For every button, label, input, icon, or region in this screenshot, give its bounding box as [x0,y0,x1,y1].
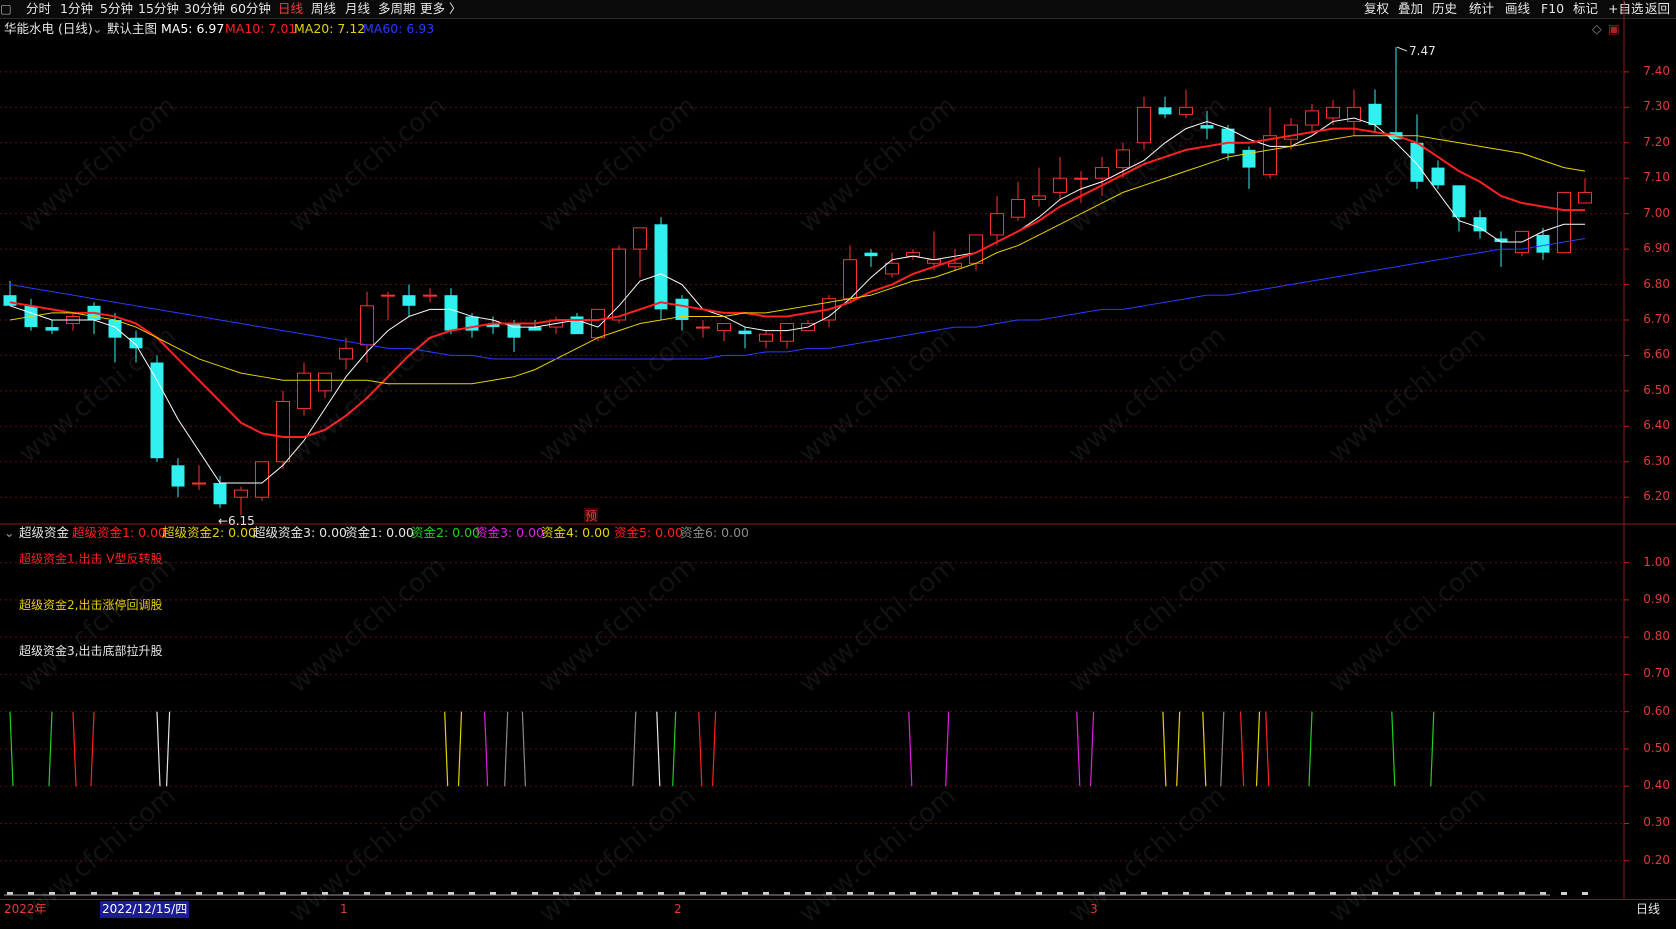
candle-up [276,401,290,463]
price-tick-label: 6.50 [1643,382,1670,397]
candle-up [885,262,899,275]
candle-up [780,323,794,342]
candle-up [948,262,962,268]
candle-down [738,330,752,335]
candle-up [1578,191,1592,204]
candle-up [633,227,647,250]
candle-down [1473,217,1487,232]
candle-up [1011,198,1025,218]
price-tick-label: 6.90 [1643,241,1670,256]
period-label[interactable]: 日线 [1636,901,1660,918]
indicator-tick-label: 0.30 [1643,815,1670,830]
candle-down [1452,185,1466,218]
time-label-2: 1 [340,902,348,916]
candle-up [717,323,731,332]
time-label-1: 2022/12/15/四 [100,901,190,918]
candle-down [1158,107,1172,115]
price-tick-label: 6.60 [1643,347,1670,362]
low-price-label: ←6.15 [218,514,255,528]
forecast-marker[interactable]: 预 [585,509,597,523]
candle-up [612,248,626,321]
bar-tick [1561,892,1567,895]
candle-down [444,295,458,331]
candle-down [1221,128,1235,154]
price-tick-label: 6.20 [1643,489,1670,504]
price-tick-label: 6.70 [1643,311,1670,326]
candle-down [3,295,17,306]
candle-up [1137,106,1151,144]
candle-up [423,294,437,297]
candle-up [318,372,332,392]
candle-up [927,259,941,264]
indicator-tick-label: 0.90 [1643,591,1670,606]
candle-down [654,224,668,310]
price-tick-label: 6.30 [1643,453,1670,468]
indicator-tick-label: 0.40 [1643,778,1670,793]
signal-line [156,711,161,787]
signal-line [656,711,661,787]
ma-line-ma60 [9,237,1586,360]
candle-up [759,333,773,342]
candle-up [969,234,983,264]
indicator-tick-label: 0.80 [1643,629,1670,644]
candle-down [864,252,878,257]
indicator-tick-label: 0.60 [1643,703,1670,718]
time-label-3: 2 [674,902,682,916]
candle-up [1074,177,1088,180]
candle-down [108,319,122,338]
price-tick-label: 6.80 [1643,276,1670,291]
signal-line [1391,711,1396,787]
signal-line [1076,711,1081,787]
signal-line [166,711,171,787]
signal-line [521,711,526,787]
candle-up [1305,110,1319,126]
candle-up [297,372,311,410]
price-tick-label: 7.30 [1643,99,1670,114]
candle-down [171,465,185,487]
candle-up [990,213,1004,236]
indicator-grid [0,562,1629,862]
candle-up [1053,177,1067,193]
signal-line [1176,711,1181,787]
high-price-label: 7.47 [1409,44,1436,58]
candle-down [45,327,59,331]
candle-down [1536,234,1550,253]
candle-up [696,326,710,329]
candle-up [1032,195,1046,200]
price-tick-label: 6.40 [1643,418,1670,433]
ma-line-ma20 [9,135,1586,385]
candle-down [150,362,164,459]
candle-down [528,327,542,331]
indicator-tick-label: 0.70 [1643,666,1670,681]
indicator-tick-label: 0.50 [1643,740,1670,755]
candle-down [213,483,227,505]
candle-up [906,252,920,257]
candle-up [1326,106,1340,119]
candle-up [843,259,857,300]
candle-up [1557,191,1571,254]
indicator-tick-label: 1.00 [1643,554,1670,569]
candle-up [234,489,248,498]
price-tick-label: 7.40 [1643,63,1670,78]
price-tick-label: 7.10 [1643,170,1670,185]
high-arrow [1396,46,1408,52]
candle-down [1431,167,1445,186]
candle-up [192,482,206,485]
candle-up [1095,167,1109,179]
bar-tick [1582,892,1588,895]
price-tick-label: 7.00 [1643,205,1670,220]
candle-down [402,295,416,306]
candle-up [381,294,395,297]
candle-up [360,305,374,346]
candle-up [591,308,605,339]
candle-up [339,347,353,360]
indicator-tick-label: 0.20 [1643,852,1670,867]
price-tick-label: 7.20 [1643,134,1670,149]
candle-down [1368,103,1382,126]
candle-up [1263,135,1277,176]
